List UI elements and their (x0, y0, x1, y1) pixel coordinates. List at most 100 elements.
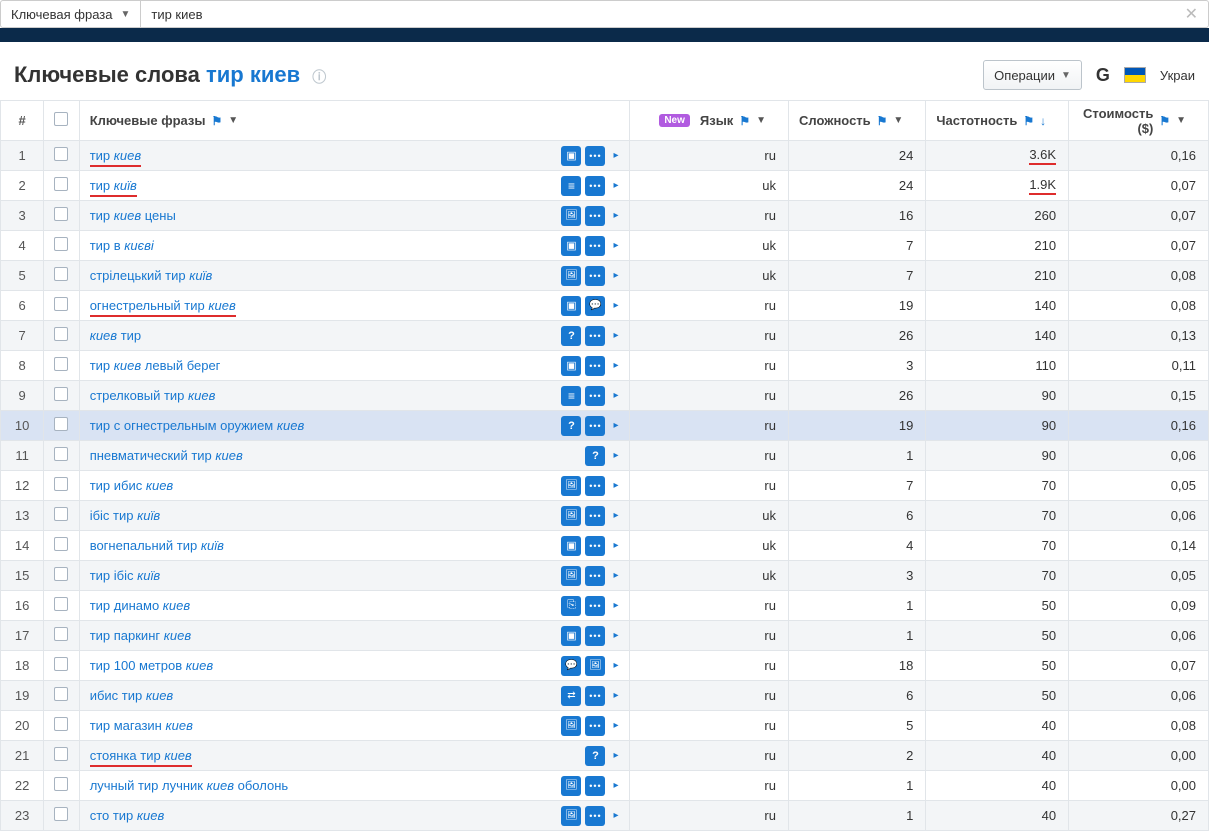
keyword-link[interactable]: сто тир киев (90, 808, 165, 823)
expand-icon[interactable]: ▸ (613, 330, 618, 341)
keyword-link[interactable]: тир киев цены (90, 208, 176, 223)
dots-icon[interactable] (585, 716, 605, 736)
expand-icon[interactable]: ▸ (613, 810, 618, 821)
dots-icon[interactable] (585, 266, 605, 286)
checkbox[interactable] (54, 567, 68, 581)
google-icon[interactable]: G (1092, 65, 1114, 86)
box-icon[interactable] (561, 296, 581, 316)
dots-icon[interactable] (585, 236, 605, 256)
arrow-icon[interactable] (561, 686, 581, 706)
img-icon[interactable] (585, 656, 605, 676)
checkbox[interactable] (54, 717, 68, 731)
checkbox[interactable] (54, 357, 68, 371)
dots-icon[interactable] (585, 566, 605, 586)
expand-icon[interactable]: ▸ (613, 750, 618, 761)
dots-icon[interactable] (585, 326, 605, 346)
checkbox[interactable] (54, 687, 68, 701)
keyword-link[interactable]: ібіс тир київ (90, 508, 160, 523)
box-icon[interactable] (561, 626, 581, 646)
checkbox[interactable] (54, 327, 68, 341)
dots-icon[interactable] (585, 416, 605, 436)
expand-icon[interactable]: ▸ (613, 570, 618, 581)
dots-icon[interactable] (585, 776, 605, 796)
filter-icon[interactable]: ⚑ (1159, 114, 1170, 128)
col-checkbox[interactable] (44, 101, 79, 141)
expand-icon[interactable]: ▸ (613, 690, 618, 701)
expand-icon[interactable]: ▸ (613, 180, 618, 191)
filter-icon[interactable]: ⚑ (877, 114, 888, 128)
expand-icon[interactable]: ▸ (613, 630, 618, 641)
dots-icon[interactable] (585, 596, 605, 616)
checkbox[interactable] (54, 477, 68, 491)
sort-desc-icon[interactable]: ↓ (1040, 114, 1046, 128)
box-icon[interactable] (561, 236, 581, 256)
keyword-link[interactable]: тир паркинг киев (90, 628, 191, 643)
expand-icon[interactable]: ▸ (613, 720, 618, 731)
checkbox[interactable] (54, 177, 68, 191)
expand-icon[interactable]: ▸ (613, 240, 618, 251)
q-icon[interactable] (585, 746, 605, 766)
keyword-link[interactable]: тир киев левый берег (90, 358, 221, 373)
keyword-link[interactable]: тир київ (90, 178, 137, 193)
img-icon[interactable] (561, 566, 581, 586)
expand-icon[interactable]: ▸ (613, 210, 618, 221)
keyword-link[interactable]: тир магазин киев (90, 718, 193, 733)
dots-icon[interactable] (585, 626, 605, 646)
checkbox[interactable] (54, 447, 68, 461)
expand-icon[interactable]: ▸ (613, 360, 618, 371)
checkbox[interactable] (54, 507, 68, 521)
keyword-link[interactable]: стоянка тир киев (90, 748, 192, 763)
keyword-link[interactable]: тир в києві (90, 238, 154, 253)
keyword-link[interactable]: тир с огнестрельным оружием киев (90, 418, 305, 433)
dots-icon[interactable] (585, 386, 605, 406)
keyword-link[interactable]: тир киев (90, 148, 141, 163)
checkbox[interactable] (54, 147, 68, 161)
col-frequency[interactable]: Частотность ⚑ ↓ (926, 101, 1069, 141)
img-icon[interactable] (561, 206, 581, 226)
col-number[interactable]: # (1, 101, 44, 141)
checkbox[interactable] (54, 237, 68, 251)
operations-button[interactable]: Операции ▼ (983, 60, 1082, 90)
box-icon[interactable] (561, 536, 581, 556)
dots-icon[interactable] (585, 206, 605, 226)
menu-icon[interactable] (561, 176, 581, 196)
expand-icon[interactable]: ▸ (613, 300, 618, 311)
col-difficulty[interactable]: Сложность ⚑ ▼ (788, 101, 925, 141)
expand-icon[interactable]: ▸ (613, 270, 618, 281)
checkbox-all[interactable] (54, 112, 68, 126)
country-label[interactable]: Украи (1160, 68, 1195, 83)
keyword-link[interactable]: лучный тир лучник киев оболонь (90, 778, 288, 793)
expand-icon[interactable]: ▸ (613, 510, 618, 521)
keyword-link[interactable]: огнестрельный тир киев (90, 298, 236, 313)
checkbox[interactable] (54, 807, 68, 821)
img-icon[interactable] (561, 716, 581, 736)
checkbox[interactable] (54, 207, 68, 221)
img-icon[interactable] (561, 266, 581, 286)
expand-icon[interactable]: ▸ (613, 540, 618, 551)
keyword-link[interactable]: стрелковый тир киев (90, 388, 216, 403)
speech-icon[interactable] (561, 656, 581, 676)
expand-icon[interactable]: ▸ (613, 480, 618, 491)
keyword-link[interactable]: тир 100 метров киев (90, 658, 213, 673)
img-icon[interactable] (561, 776, 581, 796)
q-icon[interactable] (561, 326, 581, 346)
search-input[interactable] (141, 7, 1174, 22)
dots-icon[interactable] (585, 506, 605, 526)
info-icon[interactable]: ⓘ (312, 69, 326, 85)
speech-icon[interactable] (585, 296, 605, 316)
keyword-link[interactable]: тир ибис киев (90, 478, 174, 493)
dots-icon[interactable] (585, 176, 605, 196)
chevron-down-icon[interactable]: ▼ (1176, 115, 1186, 126)
filter-icon[interactable]: ⚑ (1023, 114, 1034, 128)
col-lang[interactable]: New Язык ⚑ ▼ (629, 101, 788, 141)
expand-icon[interactable]: ▸ (613, 600, 618, 611)
close-icon[interactable]: ✕ (1175, 4, 1208, 24)
box-icon[interactable] (561, 146, 581, 166)
expand-icon[interactable]: ▸ (613, 780, 618, 791)
chevron-down-icon[interactable]: ▼ (228, 115, 238, 126)
checkbox[interactable] (54, 417, 68, 431)
keyword-link[interactable]: пневматический тир киев (90, 448, 243, 463)
keyword-link[interactable]: ибис тир киев (90, 688, 174, 703)
img-icon[interactable] (561, 476, 581, 496)
dots-icon[interactable] (585, 476, 605, 496)
